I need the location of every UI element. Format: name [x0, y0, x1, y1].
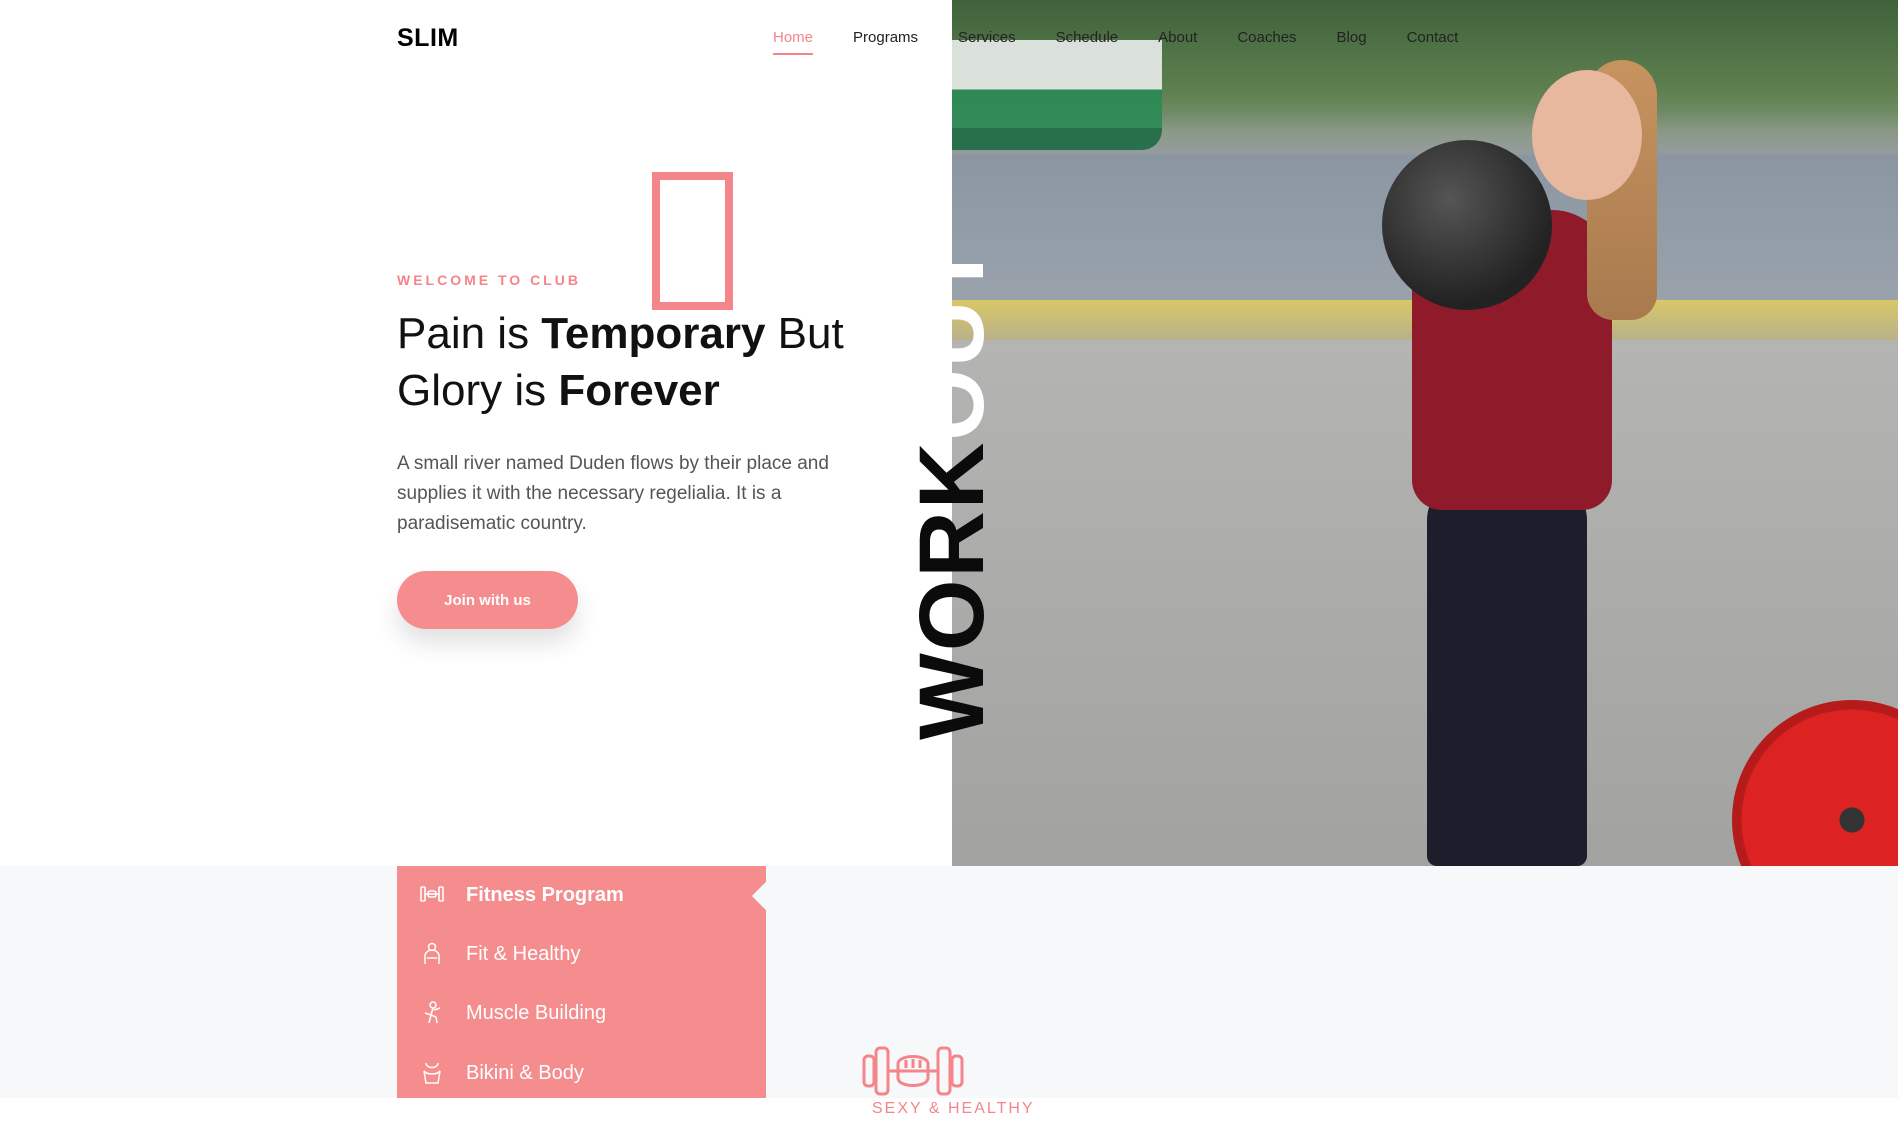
hero-description: A small river named Duden flows by their… [397, 453, 829, 534]
medicine-ball [1382, 140, 1552, 310]
decorative-outline-box [652, 172, 733, 310]
section-label: SEXY & HEALTHY [872, 1100, 1035, 1117]
athlete-head [1532, 70, 1642, 200]
dumbbell-icon [862, 1044, 964, 1103]
site-logo[interactable]: SLIM [397, 24, 459, 53]
program-item-muscle-building[interactable]: Muscle Building [420, 1001, 606, 1025]
program-label: Bikini & Body [466, 1061, 584, 1084]
join-button[interactable]: Join with us [397, 571, 578, 629]
nav-coaches[interactable]: Coaches [1237, 29, 1296, 55]
vertical-workout-text: WORKOUT [905, 160, 1000, 740]
bikini-body-icon [420, 1061, 444, 1085]
athlete-legs [1427, 480, 1587, 866]
program-label: Fitness Program [466, 883, 624, 906]
hero-photo [952, 0, 1898, 866]
nav-contact[interactable]: Contact [1407, 29, 1459, 55]
dumbbell-icon [420, 883, 444, 907]
nav-services[interactable]: Services [958, 29, 1016, 55]
vertical-text-line: WORKOUT [905, 160, 1000, 740]
headline-emphasis: Forever [558, 366, 720, 415]
nav-programs[interactable]: Programs [853, 29, 918, 55]
vertical-text-black: WORK [905, 440, 1000, 740]
nav-home[interactable]: Home [773, 29, 814, 55]
fit-healthy-icon [420, 942, 444, 966]
headline-emphasis: Temporary [541, 309, 766, 358]
headline-text: But [765, 309, 844, 358]
nav-schedule[interactable]: Schedule [1056, 29, 1119, 55]
nav-about[interactable]: About [1158, 29, 1197, 55]
program-label: Muscle Building [466, 1001, 607, 1024]
vertical-text-white: OUT [905, 240, 1000, 441]
program-item-fit-healthy[interactable]: Fit & Healthy [420, 942, 580, 966]
muscle-building-icon [420, 1001, 444, 1025]
main-nav: Home Programs Services Schedule About Co… [773, 29, 1498, 55]
athlete-figure [1382, 60, 1662, 866]
program-label: Fit & Healthy [466, 942, 581, 965]
program-item-bikini-body[interactable]: Bikini & Body [420, 1061, 584, 1085]
welcome-label: WELCOME TO CLUB [397, 272, 581, 288]
nav-blog[interactable]: Blog [1337, 29, 1367, 55]
hero-headline: Pain is Temporary But Glory is Forever [397, 305, 917, 419]
program-item-fitness[interactable]: Fitness Program [420, 883, 624, 907]
headline-text: Pain is [397, 309, 542, 358]
headline-text: Glory is [397, 366, 559, 415]
boat-background [952, 40, 1162, 150]
